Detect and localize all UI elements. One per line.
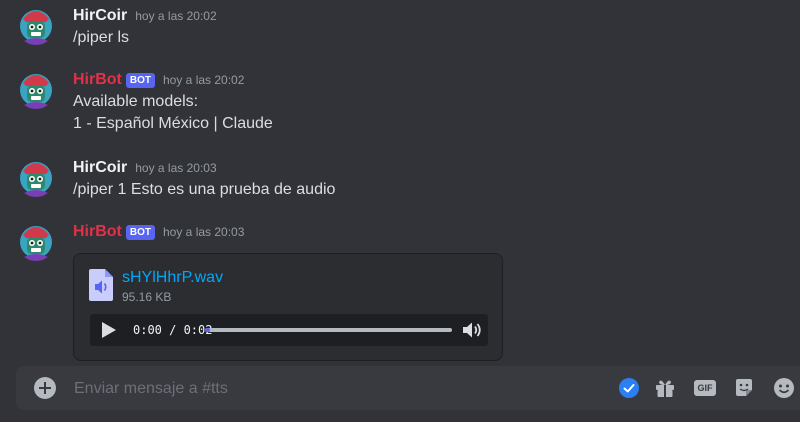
gif-icon[interactable]: GIF: [694, 377, 716, 399]
bot-badge: BOT: [125, 72, 155, 88]
message: HirCoir hoy a las 20:02 /piper ls: [0, 5, 800, 49]
avatar[interactable]: [16, 157, 56, 197]
author-name[interactable]: HirCoir: [73, 157, 127, 179]
timestamp: hoy a las 20:03: [163, 225, 245, 239]
checkmark-icon[interactable]: [618, 377, 640, 399]
message: HirCoir hoy a las 20:03 /piper 1 Esto es…: [0, 157, 800, 201]
timestamp: hoy a las 20:03: [135, 161, 217, 175]
file-name-link[interactable]: sHYlHhrP.wav: [122, 268, 223, 288]
add-icon[interactable]: [34, 377, 56, 399]
message-text: 1 - Español México | Claude: [73, 115, 273, 132]
message-text: Available models:: [73, 93, 199, 110]
chat-view: HirCoir hoy a las 20:02 /piper ls HirBot…: [0, 0, 800, 422]
bot-badge: BOT: [125, 224, 155, 240]
file-size: 95.16 KB: [122, 290, 172, 304]
play-icon[interactable]: [98, 320, 118, 340]
sticker-icon[interactable]: [733, 377, 755, 399]
author-name[interactable]: HirBot: [73, 69, 122, 91]
gift-icon[interactable]: [654, 377, 676, 399]
author-name[interactable]: HirCoir: [73, 5, 127, 27]
avatar[interactable]: [16, 221, 56, 261]
avatar-image: [16, 221, 56, 261]
author-name[interactable]: HirBot: [73, 221, 122, 243]
avatar-image: [16, 5, 56, 45]
message: HirBot BOT hoy a las 20:02 Available mod…: [0, 69, 800, 135]
audio-time: 0:00 / 0:02: [133, 323, 213, 337]
audio-file-icon: [89, 269, 113, 301]
avatar-image: [16, 69, 56, 109]
emoji-icon[interactable]: [773, 377, 795, 399]
avatar[interactable]: [16, 5, 56, 45]
message-text: /piper 1 Esto es una prueba de audio: [73, 181, 336, 198]
avatar-image: [16, 157, 56, 197]
message-composer: GIF: [16, 366, 800, 412]
gif-label: GIF: [694, 380, 716, 396]
timestamp: hoy a las 20:02: [135, 9, 217, 23]
volume-icon[interactable]: [461, 319, 483, 341]
audio-player: 0:00 / 0:02: [90, 314, 488, 346]
avatar[interactable]: [16, 69, 56, 109]
audio-progress-bar[interactable]: [205, 328, 452, 332]
message-input[interactable]: [72, 366, 596, 412]
audio-progress-fill: [205, 328, 210, 332]
audio-attachment: sHYlHhrP.wav 95.16 KB 0:00 / 0:02: [73, 253, 503, 361]
timestamp: hoy a las 20:02: [163, 73, 245, 87]
message-text: /piper ls: [73, 29, 130, 46]
